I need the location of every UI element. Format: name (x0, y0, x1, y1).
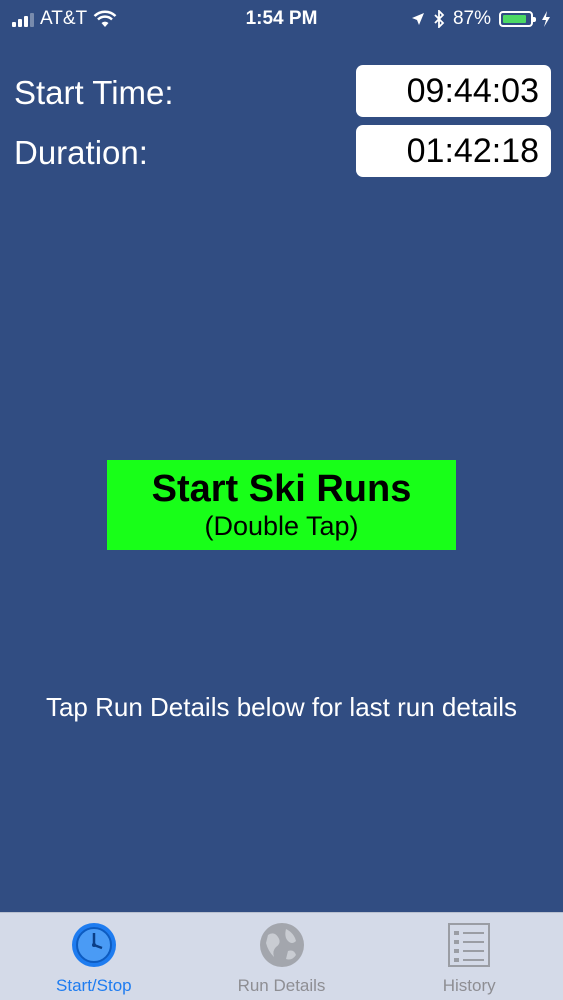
battery-icon (499, 11, 536, 27)
hint-text: Tap Run Details below for last run detai… (45, 692, 518, 722)
tab-run-details[interactable]: Run Details (188, 913, 376, 1000)
tab-bar: Start/Stop Run Details History (0, 912, 563, 1000)
tab-history[interactable]: History (375, 913, 563, 1000)
tab-label: Run Details (237, 976, 326, 995)
start-ski-runs-button[interactable]: Start Ski Runs (Double Tap) (107, 460, 456, 550)
duration-value: 01:42:18 (356, 125, 551, 177)
tab-label: History (442, 976, 496, 995)
start-time-label: Start Time: (14, 74, 174, 111)
tab-start-stop[interactable]: Start/Stop (0, 913, 188, 1000)
start-button-title: Start Ski Runs (151, 468, 412, 510)
status-right: 87% (411, 8, 551, 30)
battery-percent: 87% (452, 8, 491, 29)
globe-icon (259, 923, 304, 967)
bluetooth-icon (434, 10, 445, 28)
location-icon (411, 13, 424, 25)
status-bar: AT&T 1:54 PM 87% (0, 0, 563, 40)
charging-icon (542, 11, 550, 27)
tab-label: Start/Stop (56, 976, 132, 995)
clock-icon (71, 923, 116, 967)
list-icon (448, 923, 491, 967)
duration-label: Duration: (14, 134, 148, 171)
start-button-subtitle: (Double Tap) (204, 511, 359, 541)
start-time-value: 09:44:03 (356, 65, 551, 117)
